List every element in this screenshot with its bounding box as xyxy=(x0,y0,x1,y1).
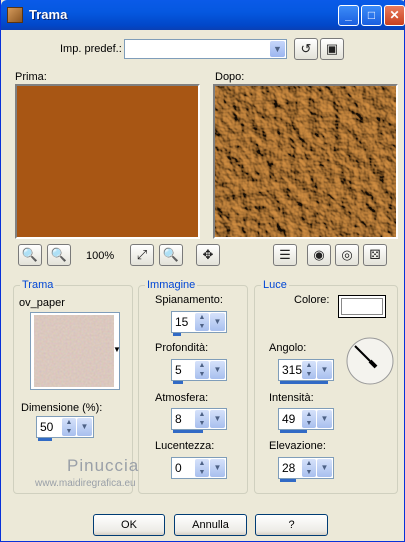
close-button[interactable]: ✕ xyxy=(384,5,405,26)
intensity-label: Intensità: xyxy=(269,392,314,404)
dropdown-arrow-icon: ▼ xyxy=(113,345,121,354)
maximize-button[interactable]: □ xyxy=(361,5,382,26)
updown-icon[interactable]: ▲ ▼ xyxy=(195,410,209,428)
chevron-down-icon[interactable]: ▼ xyxy=(210,459,225,477)
smoothness-value: 15 xyxy=(175,315,189,329)
shininess-spinner[interactable]: 0 ▲ ▼ ▼ xyxy=(171,457,227,479)
intensity-slider-bar[interactable] xyxy=(280,430,307,433)
chevron-down-icon[interactable]: ▼ xyxy=(317,361,332,379)
app-icon xyxy=(7,7,23,23)
zoom-out-icon[interactable]: 🔍 xyxy=(18,244,42,266)
chevron-down-icon[interactable]: ▼ xyxy=(317,410,332,428)
chevron-down-icon[interactable]: ▼ xyxy=(210,361,225,379)
depth-value: 5 xyxy=(175,363,182,377)
angle-value: 315 xyxy=(282,363,303,377)
save-preset-icon[interactable]: ▣ xyxy=(320,38,344,60)
texture-thumbnail xyxy=(34,315,114,387)
trama-legend: Trama xyxy=(22,279,54,291)
elevation-spinner[interactable]: 28 ▲ ▼ ▼ xyxy=(278,457,334,482)
light-color-label: Colore: xyxy=(294,294,330,306)
angle-dial[interactable] xyxy=(345,336,395,386)
watermark-name: Pinuccia xyxy=(67,456,140,475)
before-preview xyxy=(15,84,200,239)
after-label: Dopo: xyxy=(215,71,245,83)
intensity-spinner[interactable]: 49 ▲ ▼ ▼ xyxy=(278,408,334,433)
chevron-down-icon[interactable]: ▼ xyxy=(77,418,92,436)
angle-label: Angolo: xyxy=(269,342,307,354)
presets-combo[interactable]: ▼ xyxy=(124,39,287,59)
updown-icon[interactable]: ▲ ▼ xyxy=(195,361,209,379)
updown-icon[interactable]: ▲ ▼ xyxy=(302,361,316,379)
zoom-in-icon[interactable]: 🔍 xyxy=(47,244,71,266)
light-color-swatch[interactable] xyxy=(338,295,386,318)
randomize-icon[interactable]: ⚄ xyxy=(363,244,387,266)
fit-zoom-icon[interactable]: ⤢ xyxy=(130,244,154,266)
minimize-button[interactable]: _ xyxy=(338,5,359,26)
ambience-slider-bar[interactable] xyxy=(173,430,203,433)
smoothness-slider-bar[interactable] xyxy=(173,333,181,336)
smoothness-label: Spianamento: xyxy=(155,294,223,306)
angle-spinner[interactable]: 315 ▲ ▼ ▼ xyxy=(278,359,334,384)
updown-icon[interactable]: ▲ ▼ xyxy=(195,459,209,477)
depth-slider-bar[interactable] xyxy=(173,381,183,384)
updown-icon[interactable]: ▲ ▼ xyxy=(195,313,209,331)
after-preview[interactable] xyxy=(213,84,398,239)
cancel-button[interactable]: Annulla xyxy=(174,514,247,536)
trama-dialog: Trama _ □ ✕ Imp. predef.: ▼ ↺ ▣ Prima: D… xyxy=(0,0,405,542)
size-label: Dimensione (%): xyxy=(21,402,103,414)
proof-icon[interactable]: ◎ xyxy=(335,244,359,266)
elevation-value: 28 xyxy=(282,461,296,475)
angle-slider-bar[interactable] xyxy=(280,381,328,384)
depth-spinner[interactable]: 5 ▲ ▼ ▼ xyxy=(171,359,227,384)
depth-label: Profondità: xyxy=(155,342,209,354)
reset-icon[interactable]: ↺ xyxy=(294,38,318,60)
layers-icon[interactable]: ☰ xyxy=(273,244,297,266)
shininess-value: 0 xyxy=(175,461,182,475)
shininess-label: Lucentezza: xyxy=(155,440,215,452)
zoom-level: 100% xyxy=(86,250,115,262)
texture-swatch-picker[interactable]: ▼ xyxy=(30,312,121,390)
size-spinner[interactable]: 50 ▲ ▼ ▼ xyxy=(36,416,94,441)
window-title: Trama xyxy=(29,7,68,22)
texture-name: ov_paper xyxy=(19,297,65,309)
elevation-label: Elevazione: xyxy=(269,440,326,452)
watermark-site: www.maidiregrafica.eu xyxy=(35,478,136,489)
auto-proof-icon[interactable]: ◉ xyxy=(307,244,331,266)
chevron-down-icon[interactable]: ▼ xyxy=(317,459,332,477)
updown-icon[interactable]: ▲ ▼ xyxy=(62,418,76,436)
ambience-spinner[interactable]: 8 ▲ ▼ ▼ xyxy=(171,408,227,433)
zoom-tool-icon: 🔍 xyxy=(159,244,183,266)
smoothness-spinner[interactable]: 15 ▲ ▼ ▼ xyxy=(171,311,227,336)
presets-label: Imp. predef.: xyxy=(60,43,122,55)
size-slider-bar[interactable] xyxy=(38,438,52,441)
title-bar[interactable]: Trama _ □ ✕ xyxy=(1,0,405,30)
ambience-value: 8 xyxy=(175,412,182,426)
before-label: Prima: xyxy=(15,71,47,83)
intensity-value: 49 xyxy=(282,412,296,426)
elevation-slider-bar[interactable] xyxy=(280,479,296,482)
help-button[interactable]: ? xyxy=(255,514,328,536)
size-value: 50 xyxy=(40,420,54,434)
move-icon[interactable]: ✥ xyxy=(196,244,220,266)
luce-legend: Luce xyxy=(263,279,287,291)
updown-icon[interactable]: ▲ ▼ xyxy=(302,459,316,477)
ok-button[interactable]: OK xyxy=(93,514,165,536)
chevron-down-icon: ▼ xyxy=(270,41,285,57)
chevron-down-icon[interactable]: ▼ xyxy=(210,410,225,428)
updown-icon[interactable]: ▲ ▼ xyxy=(302,410,316,428)
immagine-legend: Immagine xyxy=(147,279,196,291)
texture-preview-image xyxy=(215,86,396,237)
chevron-down-icon[interactable]: ▼ xyxy=(210,313,225,331)
ambience-label: Atmosfera: xyxy=(155,392,209,404)
